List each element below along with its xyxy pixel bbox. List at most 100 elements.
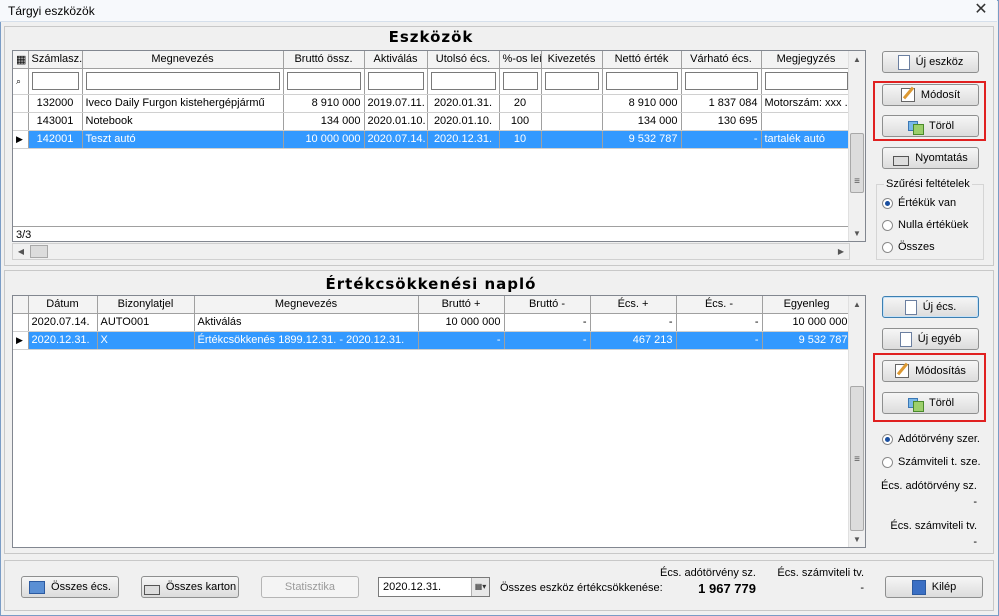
cell: Notebook <box>82 112 284 131</box>
edit-asset-button[interactable]: Módosít <box>882 84 979 106</box>
cell: 1 837 084 <box>681 94 762 113</box>
filter-cell[interactable] <box>427 68 500 95</box>
scroll-right-icon[interactable]: ▶ <box>833 244 849 260</box>
close-icon[interactable]: ✕ <box>971 1 991 19</box>
all-depreciation-button[interactable]: Összes écs. <box>21 576 119 598</box>
table-row[interactable]: 132000 Iveco Daily Furgon kistehergépjár… <box>13 94 852 113</box>
scroll-up-icon[interactable]: ▲ <box>849 52 865 68</box>
col-header[interactable]: Megjegyzés <box>761 51 852 69</box>
row-indicator <box>13 112 29 131</box>
mode-option-tax[interactable]: Adótörvény szer. <box>882 433 980 445</box>
col-header[interactable]: Nettó érték <box>602 51 682 69</box>
filter-input[interactable] <box>544 72 599 90</box>
calendar-dropdown-icon[interactable]: ▦▾ <box>471 578 489 596</box>
filter-cell[interactable] <box>364 68 428 95</box>
col-header[interactable]: %-os leír. <box>499 51 542 69</box>
all-cards-button[interactable]: Összes karton <box>141 576 239 598</box>
filter-input[interactable] <box>605 72 678 90</box>
tax-depreciation-label: Écs. adótörvény sz. <box>881 480 977 492</box>
col-header[interactable]: Várható écs. <box>681 51 762 69</box>
edit-icon <box>900 88 915 102</box>
scroll-down-icon[interactable]: ▼ <box>849 532 865 547</box>
delete-asset-button[interactable]: Töröl <box>882 115 979 137</box>
assets-vscroll[interactable]: ▲ ≡ ▼ <box>848 51 865 241</box>
cell: 2020.07.14. <box>364 130 428 149</box>
button-label: Töröl <box>928 397 955 409</box>
assets-hscroll[interactable]: ◀ ▶ <box>12 243 850 260</box>
col-header[interactable]: Bruttó - <box>504 296 591 314</box>
col-header[interactable]: Écs. - <box>676 296 763 314</box>
log-vscroll[interactable]: ▲ ≡ ▼ <box>848 296 865 547</box>
col-header[interactable]: Bruttó + <box>418 296 505 314</box>
new-depreciation-button[interactable]: Új écs. <box>882 296 979 318</box>
col-header[interactable]: Bruttó össz. <box>283 51 365 69</box>
edit-log-button[interactable]: Módosítás <box>882 360 979 382</box>
filter-cell[interactable] <box>499 68 542 95</box>
cell: 10 000 000 <box>762 313 852 332</box>
col-header[interactable]: Egyenleg <box>762 296 852 314</box>
radio-label: Összes <box>898 241 935 253</box>
cell: Teszt autó <box>82 130 284 149</box>
table-row-selected[interactable]: ▶ 2020.12.31. X Értékcsökkenés 1899.12.3… <box>13 331 852 350</box>
button-label: Töröl <box>928 120 955 132</box>
cell: 2020.01.31. <box>427 94 500 113</box>
scroll-left-icon[interactable]: ◀ <box>13 244 29 260</box>
table-row[interactable]: 143001 Notebook 134 000 2020.01.10. 2020… <box>13 112 852 131</box>
hscroll-thumb[interactable] <box>30 245 48 258</box>
grid-settings-icon[interactable]: ▦ <box>13 51 29 69</box>
radio-icon <box>882 456 893 468</box>
filter-input[interactable] <box>430 72 496 90</box>
print-button[interactable]: Nyomtatás <box>882 147 979 169</box>
cell: tartalék autó <box>761 130 852 149</box>
table-row-selected[interactable]: ▶ 142001 Teszt autó 10 000 000 2020.07.1… <box>13 130 852 149</box>
statistics-button[interactable]: Statisztika <box>261 576 359 598</box>
cell: 142001 <box>28 130 83 149</box>
filter-option-zero[interactable]: Nulla értéküek <box>882 219 968 231</box>
new-asset-button[interactable]: Új eszköz <box>882 51 979 73</box>
filter-cell[interactable] <box>28 68 83 95</box>
col-header[interactable]: Megnevezés <box>194 296 419 314</box>
filter-cell[interactable] <box>82 68 284 95</box>
new-other-button[interactable]: Új egyéb <box>882 328 979 350</box>
table-row[interactable]: 2020.07.14. AUTO001 Aktiválás 10 000 000… <box>13 313 852 332</box>
col-header[interactable]: Bizonylatjel <box>97 296 195 314</box>
date-picker[interactable]: 2020.12.31. ▦▾ <box>378 577 490 597</box>
col-header[interactable]: Aktiválás <box>364 51 428 69</box>
scroll-down-icon[interactable]: ▼ <box>849 226 865 241</box>
cell <box>541 112 603 131</box>
scroll-up-icon[interactable]: ▲ <box>849 297 865 313</box>
filter-input[interactable] <box>85 72 280 90</box>
filter-option-all[interactable]: Összes <box>882 241 935 253</box>
assets-grid[interactable]: ▦ Számlasz. Megnevezés Bruttó össz. Akti… <box>12 50 866 242</box>
filter-cell[interactable] <box>761 68 852 95</box>
col-header[interactable]: Megnevezés <box>82 51 284 69</box>
filter-cell[interactable] <box>283 68 365 95</box>
cell: 134 000 <box>283 112 365 131</box>
col-header[interactable]: Dátum <box>28 296 98 314</box>
col-header[interactable]: Utolsó écs. <box>427 51 500 69</box>
log-grid[interactable]: Dátum Bizonylatjel Megnevezés Bruttó + B… <box>12 295 866 548</box>
button-label: Statisztika <box>284 581 336 593</box>
filter-cell[interactable] <box>602 68 682 95</box>
filter-cell[interactable] <box>681 68 762 95</box>
cell: 2020.12.31. <box>28 331 98 350</box>
filter-input[interactable] <box>502 72 538 90</box>
cell: 467 213 <box>590 331 677 350</box>
record-count: 3/3 <box>13 226 851 241</box>
filter-input[interactable] <box>367 72 424 90</box>
exit-button[interactable]: Kilép <box>885 576 983 598</box>
row-indicator <box>13 94 29 113</box>
col-header[interactable]: Számlasz. <box>28 51 83 69</box>
cell: 8 910 000 <box>283 94 365 113</box>
delete-log-button[interactable]: Töröl <box>882 392 979 414</box>
col-header[interactable]: Écs. + <box>590 296 677 314</box>
filter-input[interactable] <box>764 72 848 90</box>
mode-option-accounting[interactable]: Számviteli t. sze. <box>882 456 981 468</box>
filter-input[interactable] <box>31 72 79 90</box>
filter-cell[interactable] <box>541 68 603 95</box>
col-header[interactable]: Kivezetés <box>541 51 603 69</box>
filter-input[interactable] <box>684 72 758 90</box>
cell: 10 000 000 <box>418 313 505 332</box>
filter-input[interactable] <box>286 72 361 90</box>
filter-option-valued[interactable]: Értékük van <box>882 197 956 209</box>
